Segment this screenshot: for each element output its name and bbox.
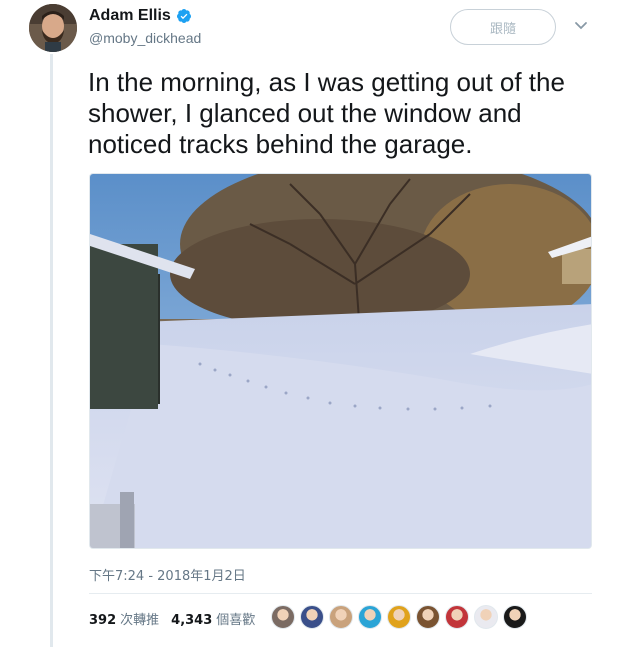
author-avatar[interactable] xyxy=(29,4,77,52)
avatar-image xyxy=(29,4,77,52)
liker-avatars xyxy=(271,605,527,629)
author-name[interactable]: Adam Ellis xyxy=(89,7,171,25)
verified-badge-icon xyxy=(176,9,191,23)
liker-avatar[interactable] xyxy=(358,605,382,629)
snowy-backyard-photo xyxy=(90,174,591,548)
tweet-stats: 392 次轉推 4,343 個喜歡 xyxy=(89,609,267,628)
liker-avatar[interactable] xyxy=(445,605,469,629)
stats-divider xyxy=(89,593,592,594)
retweet-count-label: 次轉推 xyxy=(120,613,160,628)
chevron-down-icon[interactable] xyxy=(571,16,591,36)
tweet-photo[interactable] xyxy=(89,173,592,549)
tweet-author: Adam Ellis @moby_dickhead xyxy=(89,7,201,46)
conversation-thread-line xyxy=(50,54,53,647)
tweet-text: In the morning, as I was getting out of … xyxy=(88,67,565,159)
liker-avatar[interactable] xyxy=(387,605,411,629)
author-handle[interactable]: @moby_dickhead xyxy=(89,30,201,46)
retweet-count-value: 392 xyxy=(89,613,117,628)
liker-avatar[interactable] xyxy=(300,605,324,629)
liker-avatar[interactable] xyxy=(416,605,440,629)
retweet-count[interactable]: 392 次轉推 xyxy=(89,609,159,628)
like-count-value: 4,343 xyxy=(171,613,213,628)
liker-avatar[interactable] xyxy=(329,605,353,629)
liker-avatar[interactable] xyxy=(474,605,498,629)
tweet-timestamp[interactable]: 下午7:24 - 2018年1月2日 xyxy=(89,565,246,584)
liker-avatar[interactable] xyxy=(271,605,295,629)
liker-avatar[interactable] xyxy=(503,605,527,629)
like-count[interactable]: 4,343 個喜歡 xyxy=(171,609,255,628)
like-count-label: 個喜歡 xyxy=(216,613,256,628)
follow-button[interactable]: 跟隨 xyxy=(450,9,556,45)
